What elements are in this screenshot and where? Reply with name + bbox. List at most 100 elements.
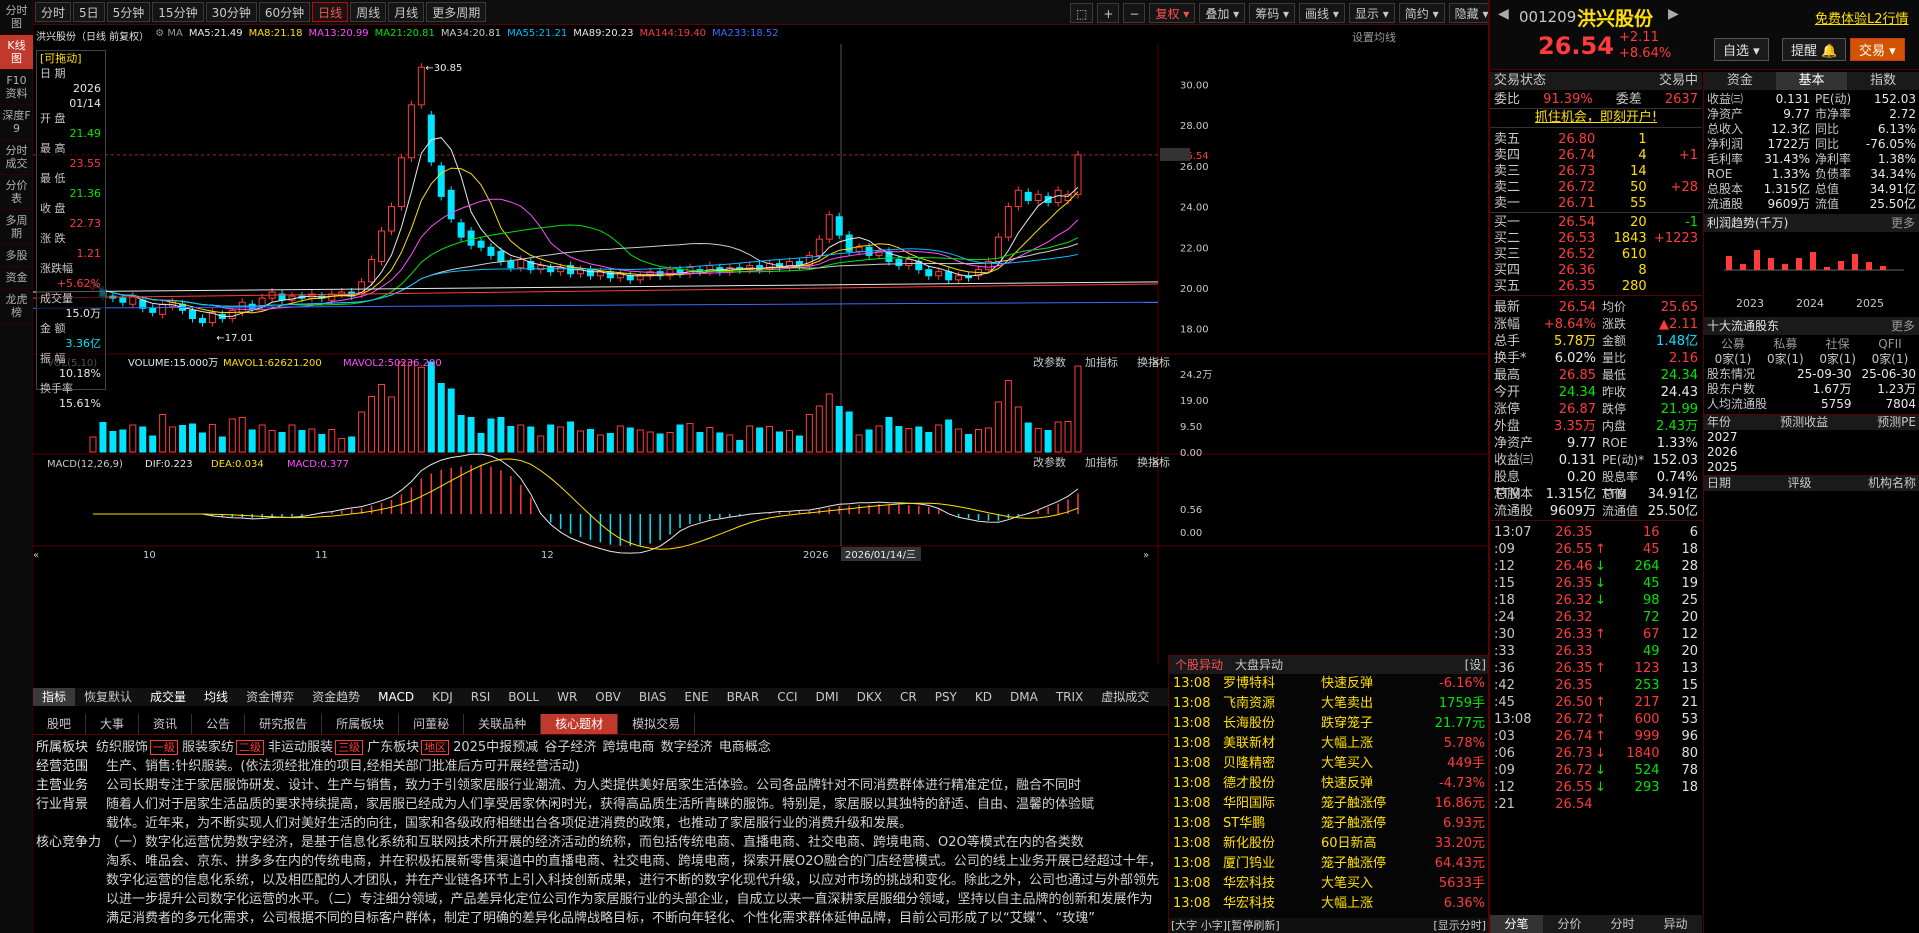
indicator-tab-22[interactable]: TRIX — [1047, 688, 1092, 706]
f10-tab-1[interactable]: 大事 — [86, 714, 140, 734]
sector-item-8[interactable]: 电商概念 — [719, 740, 771, 755]
f10-tab-3[interactable]: 公告 — [192, 714, 246, 734]
scroll-right-icon[interactable]: » — [1143, 550, 1149, 561]
leftnav-item-9[interactable]: 龙虎榜 — [0, 289, 33, 324]
indicator-tab-19[interactable]: PSY — [926, 688, 966, 706]
leftnav-item-0[interactable]: 分时图 — [0, 0, 33, 35]
show-timeshare-link[interactable]: [显示分时] — [1433, 918, 1490, 933]
tick-tab-3[interactable]: 异动 — [1649, 915, 1702, 933]
indicator-tab-13[interactable]: ENE — [675, 688, 717, 706]
book-row[interactable]: 买四 26.36 8 — [1494, 263, 1698, 279]
ma-settings-link[interactable]: 设置均线 — [1352, 29, 1396, 45]
indicator-tab-3[interactable]: 均线 — [195, 688, 237, 706]
book-row[interactable]: 买二 26.53 1843 +1223 — [1494, 231, 1698, 247]
zoom-out-icon[interactable]: − — [1123, 3, 1146, 23]
fund-tab-0[interactable]: 资金 — [1704, 72, 1776, 90]
alerts-font-toggle[interactable]: [大字 小字][暂停刷新] — [1169, 918, 1280, 933]
leftnav-item-7[interactable]: 多股 — [0, 245, 33, 267]
sector-item-0[interactable]: 纺织服饰 — [96, 740, 148, 755]
book-row[interactable]: 买一 26.54 20 -1 — [1494, 215, 1698, 231]
scroll-left-icon[interactable]: « — [33, 550, 39, 561]
book-row[interactable]: 买五 26.35 280 — [1494, 279, 1698, 295]
leftnav-item-4[interactable]: 分时成交 — [0, 140, 33, 175]
l2-promo-link[interactable]: 免费体验L2行情 — [1815, 8, 1909, 27]
sector-item-5[interactable]: 谷子经济 — [544, 740, 596, 755]
panel-link-0-0[interactable]: 改参数 — [1033, 355, 1066, 369]
book-row[interactable]: 卖二 26.72 50 +28 — [1494, 180, 1698, 196]
alert-row[interactable]: 13:08 贝隆精密 大笔买入 449手 — [1173, 754, 1490, 774]
panel-link-1-1[interactable]: 加指标 — [1085, 455, 1118, 469]
indicator-tab-7[interactable]: KDJ — [423, 688, 462, 706]
indicator-tab-5[interactable]: 资金趋势 — [303, 688, 369, 706]
book-row[interactable]: 卖五 26.80 1 — [1494, 132, 1698, 148]
indicator-tab-17[interactable]: DKX — [848, 688, 891, 706]
alert-row[interactable]: 13:08 华宏科技 大笔买入 5633手 — [1173, 874, 1490, 894]
sector-item-7[interactable]: 数字经济 — [661, 740, 713, 755]
alert-row[interactable]: 13:08 新化股份 60日新高 33.20元 — [1173, 834, 1490, 854]
fund-tab-1[interactable]: 基本 — [1775, 72, 1848, 90]
f10-tab-0[interactable]: 股吧 — [33, 714, 87, 734]
panel-close-icon[interactable]: ✕ — [1151, 356, 1160, 369]
watchlist-button[interactable]: 自选 ▾ — [1714, 38, 1769, 61]
alert-row[interactable]: 13:08 长海股份 跌穿笼子 21.77元 — [1173, 714, 1490, 734]
leftnav-item-8[interactable]: 资金 — [0, 267, 33, 289]
book-row[interactable]: 卖一 26.71 55 — [1494, 196, 1698, 212]
book-row[interactable]: 卖四 26.74 4 +1 — [1494, 148, 1698, 164]
indicator-tab-11[interactable]: OBV — [586, 688, 630, 706]
alerts-settings[interactable]: [设] — [1465, 656, 1490, 674]
f10-tab-7[interactable]: 关联品种 — [464, 714, 542, 734]
period-tab-9[interactable]: 更多周期 — [426, 2, 487, 22]
profit-more-link[interactable]: 更多 — [1891, 214, 1919, 232]
period-tab-1[interactable]: 5日 — [73, 2, 105, 22]
period-tab-8[interactable]: 月线 — [388, 2, 425, 22]
f10-tab-5[interactable]: 所属板块 — [322, 714, 400, 734]
leftnav-item-5[interactable]: 分价表 — [0, 175, 33, 210]
alert-row[interactable]: 13:08 华阳国际 笼子触涨停 16.86元 — [1173, 794, 1490, 814]
period-tab-6[interactable]: 日线 — [312, 2, 349, 22]
lock-icon[interactable]: ⬚ — [1070, 3, 1094, 23]
indicator-tab-12[interactable]: BIAS — [630, 688, 676, 706]
panel-close-icon[interactable]: ✕ — [1151, 456, 1160, 469]
ma-gear-icon[interactable]: ⚙ MA — [155, 28, 183, 44]
alert-row[interactable]: 13:08 罗博特科 快速反弹 -6.16% — [1173, 674, 1490, 694]
leftnav-item-3[interactable]: 深度F9 — [0, 105, 33, 140]
alert-row[interactable]: 13:08 德才股份 快速反弹 -4.73% — [1173, 774, 1490, 794]
toolbar-btn-4[interactable]: 显示 ▾ — [1348, 3, 1395, 23]
indicator-tab-4[interactable]: 资金博弈 — [237, 688, 303, 706]
leftnav-item-1[interactable]: K线图 — [0, 35, 33, 70]
indicator-tab-15[interactable]: CCI — [768, 688, 806, 706]
f10-tab-8[interactable]: 核心题材 — [541, 714, 619, 734]
toolbar-btn-0[interactable]: 复权 ▾ — [1149, 3, 1196, 23]
indicator-tab-23[interactable]: 虚拟成交 — [1092, 688, 1158, 706]
alert-row[interactable]: 13:08 美联新材 大幅上涨 5.78% — [1173, 734, 1490, 754]
kline-chart[interactable]: 30.0028.0026.5426.0024.0022.0020.0018.00… — [33, 44, 1488, 664]
alert-row[interactable]: 13:08 华宏科技 大幅上涨 6.36% — [1173, 894, 1490, 914]
sector-item-4[interactable]: 2025中报预减 — [453, 740, 538, 755]
toolbar-btn-2[interactable]: 筹码 ▾ — [1249, 3, 1296, 23]
alert-row[interactable]: 13:08 厦门钨业 笼子触涨停 64.43元 — [1173, 854, 1490, 874]
kline-info-box[interactable]: [可拖动] 日 期 2026 01/14 开 盘 21.49 最 高 23.55 最 低 21.… — [36, 50, 106, 410]
indicator-tab-8[interactable]: RSI — [462, 688, 500, 706]
indicator-tab-18[interactable]: CR — [891, 688, 926, 706]
period-tab-3[interactable]: 15分钟 — [152, 2, 204, 22]
period-tab-5[interactable]: 60分钟 — [258, 2, 311, 22]
panel-link-0-1[interactable]: 加指标 — [1085, 355, 1118, 369]
prev-stock-icon[interactable]: ◀ — [1498, 6, 1509, 22]
tick-tab-1[interactable]: 分价 — [1543, 915, 1596, 933]
open-account-ad[interactable]: 抓住机会，即刻开户! — [1490, 108, 1702, 128]
next-stock-icon[interactable]: ▶ — [1668, 6, 1679, 22]
f10-tab-2[interactable]: 资讯 — [139, 714, 193, 734]
alert-button[interactable]: 提醒 🔔 — [1782, 38, 1847, 61]
sector-item-6[interactable]: 跨境电商 — [602, 740, 654, 755]
indicator-tab-6[interactable]: MACD — [369, 688, 423, 706]
tab-market-alerts[interactable]: 大盘异动 — [1229, 656, 1289, 674]
indicator-tab-16[interactable]: DMI — [807, 688, 848, 706]
book-row[interactable]: 买三 26.52 610 — [1494, 247, 1698, 263]
fund-tab-2[interactable]: 指数 — [1847, 72, 1919, 90]
indicator-tab-2[interactable]: 成交量 — [141, 688, 195, 706]
sector-item-2[interactable]: 非运动服装 — [268, 740, 333, 755]
leftnav-item-2[interactable]: F10资料 — [0, 70, 33, 105]
leftnav-item-6[interactable]: 多周期 — [0, 210, 33, 245]
book-row[interactable]: 卖三 26.73 14 — [1494, 164, 1698, 180]
alert-row[interactable]: 13:08 ST华鹏 笼子触涨停 6.93元 — [1173, 814, 1490, 834]
